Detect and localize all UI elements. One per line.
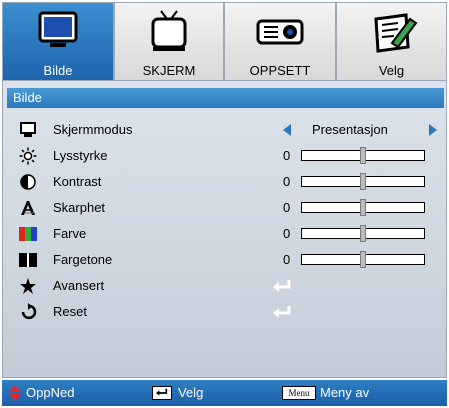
slider-knob[interactable] xyxy=(360,251,366,268)
footer-updown-label: OppNed xyxy=(26,385,75,400)
tab-label: SKJERM xyxy=(142,63,196,78)
projector-icon xyxy=(256,19,304,45)
tab-bar: Bilde SKJERM OPPSETT Velg xyxy=(2,2,447,80)
up-down-icon xyxy=(9,385,21,401)
color-slider[interactable] xyxy=(301,225,425,242)
half-circle-icon xyxy=(20,174,36,190)
menu-item-advanced[interactable]: Avansert xyxy=(19,275,439,297)
enter-arrow-icon xyxy=(156,388,168,396)
brightness-slider[interactable] xyxy=(301,147,425,164)
tv-icon xyxy=(151,10,187,51)
projector-osd: Bilde SKJERM OPPSETT Velg Bilde Skjermmo… xyxy=(0,0,449,408)
brightness-value: 0 xyxy=(283,148,291,163)
section-title: Bilde xyxy=(7,88,444,108)
slider-knob[interactable] xyxy=(360,173,366,190)
tint-value: 0 xyxy=(283,252,291,267)
tab-skjerm[interactable]: SKJERM xyxy=(114,2,224,80)
enter-icon xyxy=(273,280,291,292)
menu-item-display-mode[interactable]: Skjermmodus Presentasjon xyxy=(19,119,439,141)
menu-item-label: Lysstyrke xyxy=(53,148,108,163)
reset-arrow-icon xyxy=(21,303,37,320)
menu-item-label: Fargetone xyxy=(53,252,113,267)
menu-panel: Bilde Skjermmodus Presentasjon Lysstyrke… xyxy=(2,80,447,378)
star-cursor-icon xyxy=(20,278,36,294)
menu-item-label: Reset xyxy=(53,304,87,319)
enter-key-icon xyxy=(152,386,172,400)
tab-velg[interactable]: Velg xyxy=(336,2,447,80)
menu-item-tint[interactable]: Fargetone 0 xyxy=(19,249,439,271)
monitor-icon xyxy=(20,122,36,137)
tab-label: Velg xyxy=(378,63,405,78)
menu-item-brightness[interactable]: Lysstyrke 0 xyxy=(19,145,439,167)
menu-key-icon: Menu xyxy=(282,386,316,400)
display-mode-value: Presentasjon xyxy=(312,122,388,137)
menu-item-label: Avansert xyxy=(53,278,105,293)
slider-knob[interactable] xyxy=(360,147,366,164)
menu-item-label: Kontrast xyxy=(53,174,102,189)
tab-label: Bilde xyxy=(43,63,73,78)
menu-item-label: Skjermmodus xyxy=(53,122,133,137)
sharpness-slider[interactable] xyxy=(301,199,425,216)
contrast-slider[interactable] xyxy=(301,173,425,190)
monitor-icon xyxy=(38,11,78,47)
bw-bars-icon xyxy=(19,253,37,267)
menu-item-color[interactable]: Farve 0 xyxy=(19,223,439,245)
contrast-value: 0 xyxy=(283,174,291,189)
footer-select-label: Velg xyxy=(178,385,204,400)
notepad-pen-icon xyxy=(373,13,417,53)
menu-item-sharpness[interactable]: Skarphet 0 xyxy=(19,197,439,219)
tint-slider[interactable] xyxy=(301,251,425,268)
footer-bar: OppNed Velg Menu Meny av xyxy=(2,380,447,406)
footer-menu-label: Meny av xyxy=(320,385,370,400)
menu-item-reset[interactable]: Reset xyxy=(19,301,439,323)
slider-knob[interactable] xyxy=(360,225,366,242)
sun-icon xyxy=(19,147,37,165)
arrow-left-icon[interactable] xyxy=(283,124,291,136)
slider-knob[interactable] xyxy=(360,199,366,216)
color-value: 0 xyxy=(283,226,291,241)
tab-bilde[interactable]: Bilde xyxy=(2,2,114,80)
menu-item-label: Skarphet xyxy=(53,200,106,215)
sharpness-icon xyxy=(21,201,35,215)
arrow-right-icon[interactable] xyxy=(429,124,437,136)
tab-oppsett[interactable]: OPPSETT xyxy=(224,2,336,80)
menu-item-label: Farve xyxy=(53,226,87,241)
enter-icon xyxy=(273,306,291,318)
menu-item-contrast[interactable]: Kontrast 0 xyxy=(19,171,439,193)
rgb-bars-icon xyxy=(19,227,37,241)
sharpness-value: 0 xyxy=(283,200,291,215)
tab-label: OPPSETT xyxy=(249,63,311,78)
